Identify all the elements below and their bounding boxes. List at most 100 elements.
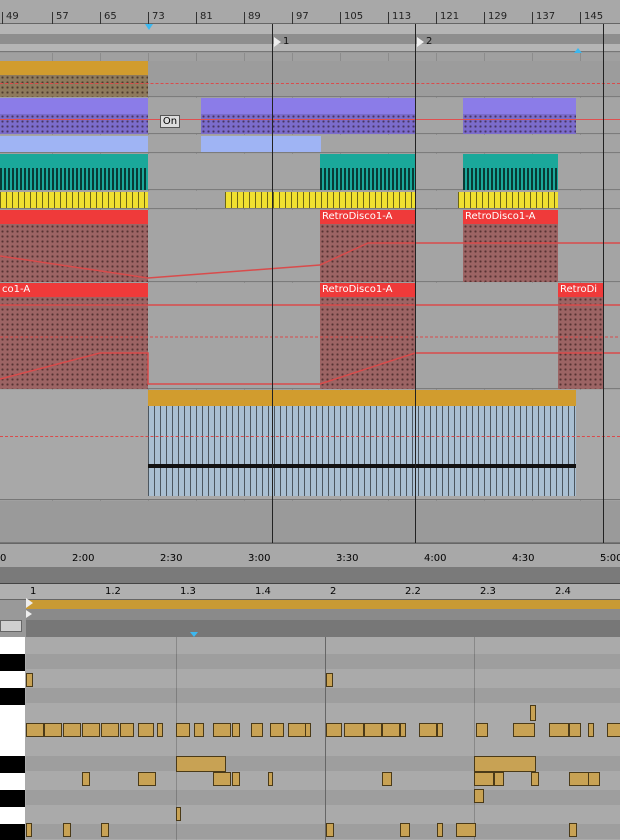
midi-note[interactable] <box>120 723 134 737</box>
midi-note[interactable] <box>476 723 488 737</box>
midi-note[interactable] <box>63 723 81 737</box>
piano-roll[interactable] <box>0 637 620 840</box>
midi-note[interactable] <box>101 723 119 737</box>
midi-note[interactable] <box>474 772 494 786</box>
loop-region-bar[interactable] <box>26 609 620 620</box>
midi-note[interactable] <box>326 823 334 837</box>
midi-note[interactable] <box>474 789 484 803</box>
midi-note[interactable] <box>588 772 600 786</box>
midi-note[interactable] <box>44 723 62 737</box>
midi-note[interactable] <box>326 723 342 737</box>
clip-lightblue-1[interactable] <box>0 136 148 152</box>
midi-note[interactable] <box>26 823 32 837</box>
clip-lightblue-2[interactable] <box>201 136 321 152</box>
loop-start-marker-icon[interactable] <box>145 24 153 30</box>
midi-note[interactable] <box>176 756 226 772</box>
midi-note[interactable] <box>513 723 535 737</box>
loop-bar[interactable] <box>0 34 620 44</box>
midi-note[interactable] <box>268 772 273 786</box>
midi-note[interactable] <box>382 772 392 786</box>
automation-envelope[interactable] <box>0 283 620 389</box>
track-lightblue[interactable] <box>0 135 620 153</box>
midi-note[interactable] <box>26 673 33 687</box>
midi-note[interactable] <box>588 723 594 737</box>
clip-yellow-1[interactable] <box>0 192 148 208</box>
clip-purple-3[interactable] <box>463 98 576 134</box>
on-badge[interactable]: On <box>160 115 180 128</box>
midi-note[interactable] <box>232 772 240 786</box>
midi-note[interactable] <box>176 723 190 737</box>
fold-button[interactable] <box>0 620 22 632</box>
track-red-2[interactable]: co1-A RetroDisco1-A RetroDi <box>0 283 620 389</box>
midi-note[interactable] <box>530 705 536 721</box>
midi-note[interactable] <box>474 756 536 772</box>
automation-envelope[interactable] <box>0 210 620 282</box>
loop-start-marker-icon[interactable] <box>26 610 32 618</box>
midi-note[interactable] <box>305 723 311 737</box>
midi-note[interactable] <box>138 772 156 786</box>
automation-line[interactable] <box>0 119 620 120</box>
track-red-1[interactable]: RetroDisco1-A RetroDisco1-A <box>0 210 620 282</box>
midi-note[interactable] <box>437 723 443 737</box>
midi-note[interactable] <box>63 823 71 837</box>
midi-note[interactable] <box>607 723 620 737</box>
midi-note[interactable] <box>138 723 154 737</box>
locator-1-flag-icon[interactable] <box>274 37 281 47</box>
midi-note[interactable] <box>494 772 504 786</box>
midi-note[interactable] <box>419 723 437 737</box>
clip-purple-1[interactable] <box>0 98 148 134</box>
midi-note[interactable] <box>569 723 581 737</box>
midi-note[interactable] <box>549 723 569 737</box>
midi-note[interactable] <box>364 723 382 737</box>
clip-purple-2[interactable] <box>201 98 415 134</box>
midi-note[interactable] <box>157 723 163 737</box>
midi-note[interactable] <box>194 723 204 737</box>
time-ruler[interactable]: 0 2:00 2:30 3:00 3:30 4:00 4:30 5:00 <box>0 543 620 567</box>
midi-note[interactable] <box>326 673 333 687</box>
locator-2-flag-icon[interactable] <box>417 37 424 47</box>
midi-note[interactable] <box>26 723 44 737</box>
midi-note[interactable] <box>569 823 577 837</box>
midi-note[interactable] <box>288 723 306 737</box>
midi-note[interactable] <box>569 772 589 786</box>
midi-note[interactable] <box>213 723 231 737</box>
track-purple[interactable]: On <box>0 98 620 134</box>
midi-note[interactable] <box>400 823 410 837</box>
midi-note[interactable] <box>456 823 476 837</box>
clip-teal-3[interactable] <box>463 154 558 190</box>
velocity-strip[interactable] <box>26 620 620 637</box>
clip-start-marker-icon[interactable] <box>26 598 33 608</box>
midi-beat-ruler[interactable]: 1 1.2 1.3 1.4 2 2.2 2.3 2.4 <box>0 584 620 600</box>
track-yellow[interactable] <box>0 191 620 209</box>
clip-yellow-2[interactable] <box>225 192 415 208</box>
clip-teal-1[interactable] <box>0 154 148 190</box>
midi-note[interactable] <box>176 807 181 821</box>
midi-note[interactable] <box>213 772 231 786</box>
midi-note[interactable] <box>251 723 263 737</box>
clip-drums-header[interactable] <box>148 390 576 406</box>
track-empty[interactable] <box>0 501 620 543</box>
clip-drums-body[interactable] <box>148 406 576 496</box>
midi-note[interactable] <box>382 723 400 737</box>
midi-note[interactable] <box>101 823 109 837</box>
track-teal[interactable] <box>0 154 620 190</box>
midi-note[interactable] <box>232 723 240 737</box>
bar-ruler[interactable]: 49 57 65 73 81 89 97 105 113 121 129 137… <box>0 0 620 32</box>
midi-note[interactable] <box>400 723 406 737</box>
track-drums[interactable] <box>0 390 620 500</box>
track-orange[interactable] <box>0 61 620 97</box>
locator-strip[interactable]: 1 2 <box>0 24 620 53</box>
midi-note[interactable] <box>270 723 284 737</box>
clip-orange[interactable] <box>0 61 148 75</box>
locator-2-label[interactable]: 2 <box>426 36 432 47</box>
midi-note[interactable] <box>82 772 90 786</box>
locator-1-label[interactable]: 1 <box>283 36 289 47</box>
panel-divider[interactable] <box>0 567 620 584</box>
clip-teal-2[interactable] <box>320 154 415 190</box>
midi-note[interactable] <box>437 823 443 837</box>
arrangement-area[interactable]: On RetroDisco1-A RetroDisco1-A co1-A Ret… <box>0 24 620 543</box>
clip-region-bar[interactable] <box>26 600 620 609</box>
midi-note[interactable] <box>531 772 539 786</box>
clip-yellow-3[interactable] <box>458 192 558 208</box>
midi-note[interactable] <box>344 723 364 737</box>
